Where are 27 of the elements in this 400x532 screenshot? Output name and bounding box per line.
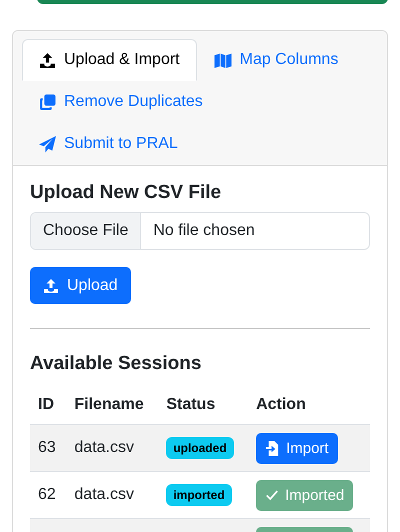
map-icon [214,52,232,68]
send-icon [39,136,56,152]
table-cell: data.csv [74,486,134,503]
tab[interactable]: Submit to PRAL [22,123,195,165]
imported-button[interactable]: Imported [256,480,354,510]
file-import-icon [265,440,280,456]
section-heading: Available Sessions [30,353,202,375]
upload-icon [39,52,56,68]
section-heading: Upload New CSV File [30,182,222,204]
upload-icon [43,278,59,294]
check-icon [265,488,280,502]
column-header: Action [256,396,306,413]
upload-button[interactable]: Upload [30,267,131,304]
column-header: Filename [74,396,144,413]
import-button[interactable]: Import [256,432,338,464]
tab[interactable]: Map Columns [196,39,356,81]
tab[interactable]: Remove Duplicates [22,81,220,123]
table-cell: 62 [38,486,56,503]
table-cell: data.csv [74,439,134,456]
tab[interactable]: Upload & Import [22,39,197,81]
column-header: ID [38,396,54,413]
table-cell: 63 [38,439,56,456]
column-header: Status [166,396,216,413]
status-badge: uploaded [166,437,234,459]
file-input[interactable]: Choose File No file chosen [30,212,370,250]
copy-icon [39,94,56,110]
status-badge: imported [166,484,232,506]
